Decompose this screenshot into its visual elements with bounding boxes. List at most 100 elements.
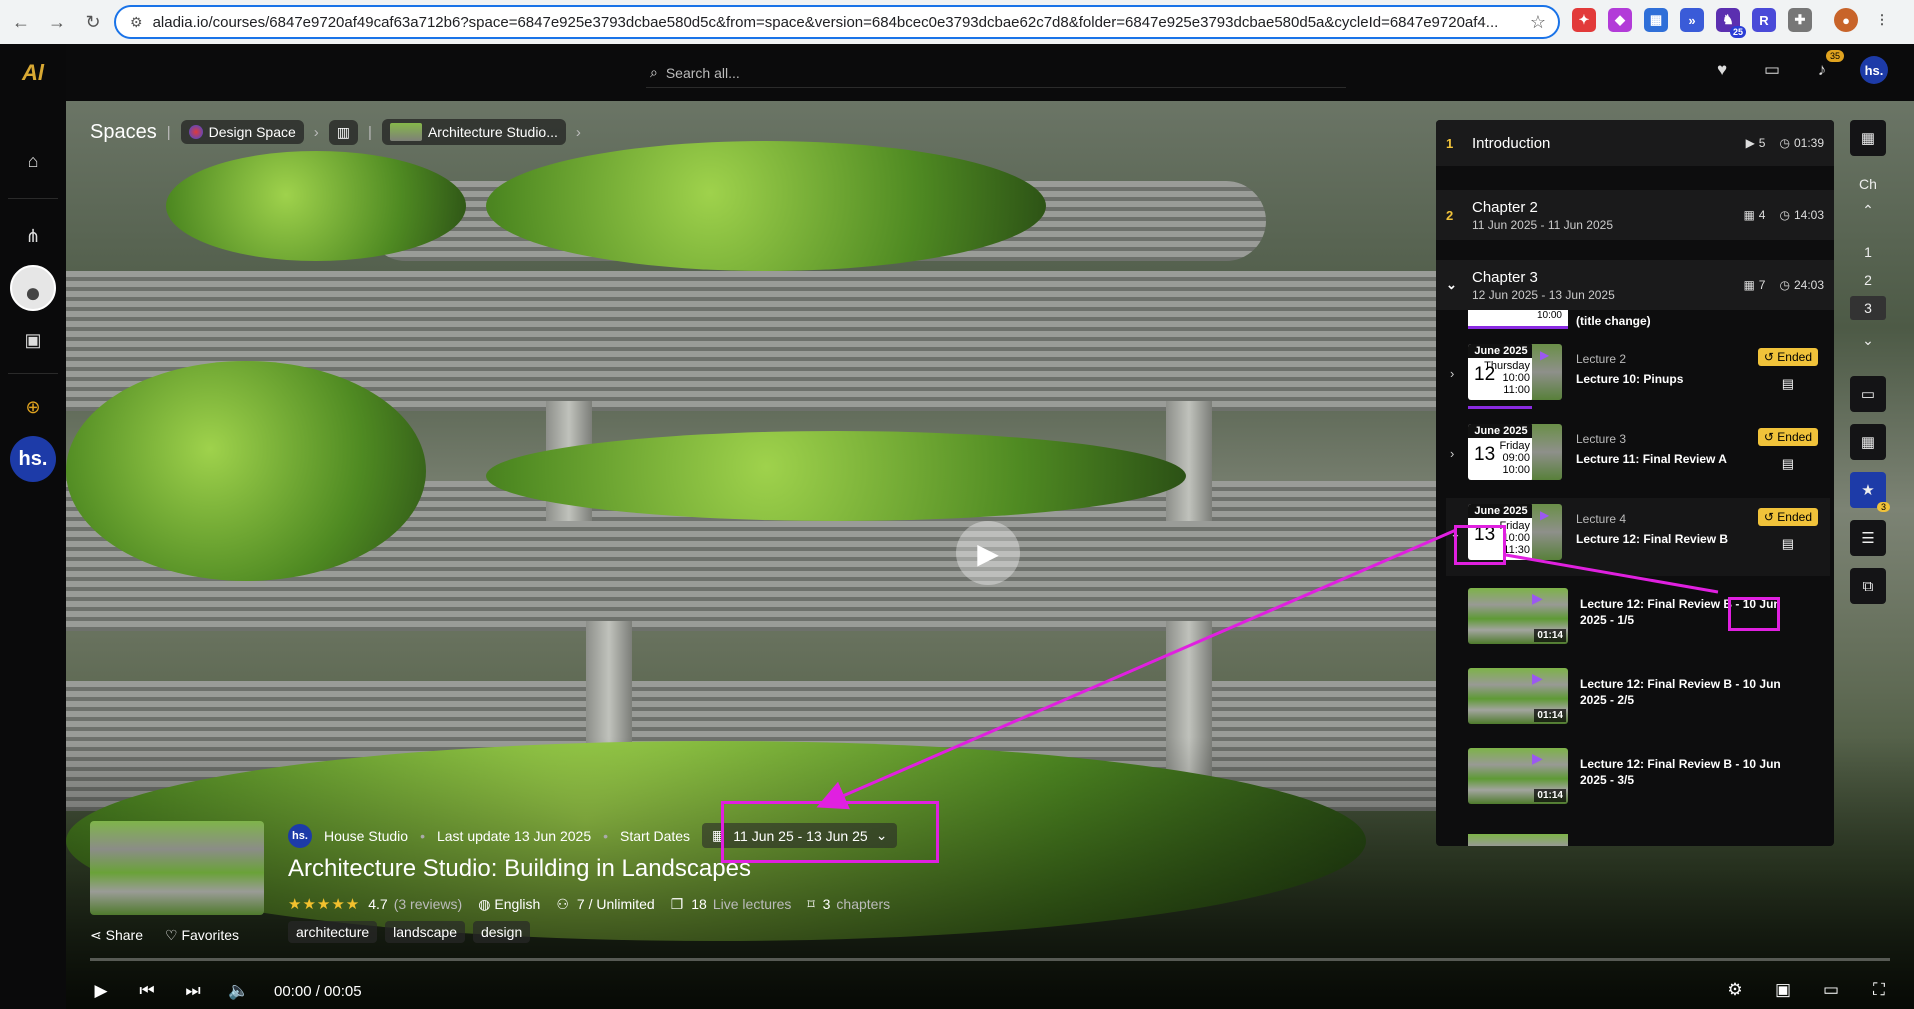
menu-dots-icon[interactable]: ⋮: [1870, 8, 1894, 32]
favorites-button[interactable]: ♡ Favorites: [165, 927, 239, 944]
box-icon[interactable]: ▣: [18, 325, 48, 355]
breadcrumb-course[interactable]: Architecture Studio...: [381, 119, 566, 145]
picture-in-picture-icon[interactable]: ▣: [1772, 979, 1794, 1001]
sidebar-toggle-icon[interactable]: ▥: [328, 119, 359, 145]
extension-icon[interactable]: ◆: [1608, 8, 1632, 32]
recording-row[interactable]: ▶ 01:14 Lecture 12: Final Review B - 10 J…: [1446, 744, 1830, 820]
chapter-duration: 14:03: [1793, 208, 1824, 222]
workspace-avatar[interactable]: hs.: [10, 436, 56, 482]
chapter-jump-1[interactable]: 1: [1850, 240, 1886, 264]
chapter-jump-3[interactable]: 3: [1850, 296, 1886, 320]
play-icon[interactable]: ▶: [90, 980, 112, 1002]
skip-next-icon[interactable]: ⏭: [182, 980, 204, 1002]
skip-previous-icon[interactable]: ⏮: [136, 980, 158, 1002]
lecture-name: Lecture 11: Final Review A: [1576, 452, 1727, 466]
chapter-row-expanded[interactable]: ⌄ Chapter 3 12 Jun 2025 - 13 Jun 2025 ▦ 7 ◷…: [1436, 260, 1834, 310]
star-icon[interactable]: ★ 3: [1850, 472, 1890, 512]
extensions-bar: ✦ ◆ ▦ » ♞ 25 R ✚ ● ⋮: [1572, 8, 1894, 38]
lecture-name: Lecture 10: Pinups: [1576, 372, 1684, 386]
reviews-link[interactable]: (3 reviews): [394, 896, 462, 912]
breadcrumb-separator: |: [368, 123, 372, 141]
presentation-icon[interactable]: ⧉: [1850, 568, 1886, 604]
avatar[interactable]: ●: [10, 265, 56, 311]
play-icon: ▶: [1532, 750, 1543, 766]
fullscreen-icon[interactable]: ⛶: [1868, 979, 1890, 1001]
tag[interactable]: architecture: [288, 921, 378, 943]
extension-icon[interactable]: ♞ 25: [1716, 8, 1746, 38]
search-input[interactable]: ⌕ Search all...: [646, 58, 1346, 88]
site-settings-icon[interactable]: ⚙: [130, 14, 143, 31]
address-bar[interactable]: ⚙ aladia.io/courses/6847e9720af49caf63a7…: [114, 5, 1560, 39]
extension-icon[interactable]: »: [1680, 8, 1704, 32]
document-icon[interactable]: ▤: [1782, 456, 1794, 472]
seek-bar[interactable]: [90, 958, 1890, 961]
calendar-icon[interactable]: ▦: [1850, 424, 1886, 460]
space-label: Design Space: [208, 124, 296, 140]
big-play-button[interactable]: ▶: [956, 521, 1020, 585]
settings-gear-icon[interactable]: ⚙: [1724, 979, 1746, 1001]
add-circle-icon[interactable]: ⊕: [18, 392, 48, 422]
bookmark-star-icon[interactable]: ☆: [1530, 12, 1546, 33]
chevron-down-icon[interactable]: ⌄: [1850, 328, 1886, 352]
chevron-right-icon[interactable]: ›: [1450, 366, 1454, 381]
left-sidebar: Al ⌂ ⋔ ● ▣ ⊕ hs.: [0, 44, 66, 1009]
url-text[interactable]: aladia.io/courses/6847e9720af49caf63a712…: [153, 14, 1518, 31]
search-icon: ⌕: [650, 64, 658, 80]
tag[interactable]: landscape: [385, 921, 465, 943]
favorites-label: Favorites: [181, 927, 240, 943]
recording-thumb-partial: [1468, 834, 1568, 846]
comments-icon[interactable]: ▭: [1850, 376, 1886, 412]
extensions-puzzle-icon[interactable]: ✚: [1788, 8, 1812, 32]
extension-icon[interactable]: ▦: [1644, 8, 1668, 32]
recording-thumb: ▶ 01:14: [1468, 668, 1568, 724]
reload-icon[interactable]: ↻: [78, 7, 108, 37]
chapter-row[interactable]: 2 Chapter 2 11 Jun 2025 - 11 Jun 2025 ▦ 4 ◷…: [1436, 190, 1834, 240]
chat-icon[interactable]: ▭: [1760, 58, 1784, 82]
chapter-jump-2[interactable]: 2: [1850, 268, 1886, 292]
calendar-day: 13: [1474, 444, 1496, 465]
lecture-label: Lecture 2: [1576, 352, 1627, 366]
document-icon[interactable]: ▤: [1782, 376, 1794, 392]
recording-row[interactable]: ▶ 01:14 Lecture 12: Final Review B - 10 J…: [1446, 664, 1830, 740]
author-name[interactable]: House Studio: [324, 828, 408, 844]
chapter-title: Chapter 3: [1472, 268, 1538, 286]
extension-icon[interactable]: R: [1752, 8, 1776, 32]
store-icon[interactable]: ⌂: [18, 146, 48, 176]
user-avatar[interactable]: hs.: [1860, 56, 1888, 84]
document-icon[interactable]: ▤: [1782, 536, 1794, 552]
media-icon[interactable]: ▦: [1850, 120, 1886, 156]
extension-icon[interactable]: ✦: [1572, 8, 1596, 32]
lecture-row[interactable]: › June 2025 13 Friday 09:00 10:00 Lecture …: [1446, 418, 1830, 496]
aladia-logo[interactable]: Al: [10, 50, 56, 96]
chevron-right-icon[interactable]: ›: [1450, 446, 1454, 461]
forward-icon[interactable]: →: [42, 7, 72, 37]
status-badge: ↺ Ended: [1757, 508, 1818, 526]
list-icon[interactable]: ☰: [1850, 520, 1886, 556]
chapter-number: 2: [1446, 207, 1454, 223]
start-time: 10:00: [1502, 372, 1530, 384]
share-network-icon[interactable]: ⋔: [18, 221, 48, 251]
bookmark-icon: ⌑: [807, 895, 815, 912]
bell-icon[interactable]: ♪ 35: [1810, 50, 1844, 82]
chapter-row[interactable]: 1 Introduction ▶ 5 ◷ 01:39: [1436, 120, 1834, 166]
space-logo: [188, 125, 203, 139]
breadcrumb-space[interactable]: Design Space: [180, 120, 304, 144]
heart-icon[interactable]: ♥: [1710, 58, 1734, 82]
breadcrumb-spaces[interactable]: Spaces: [90, 121, 157, 144]
chapter-dates: 11 Jun 2025 - 11 Jun 2025: [1472, 217, 1613, 232]
calendar-icon: ▦: [1743, 208, 1755, 222]
notification-badge: 35: [1825, 50, 1844, 62]
chevron-up-icon[interactable]: ⌃: [1850, 198, 1886, 222]
chevron-right-icon: ›: [575, 123, 581, 141]
share-button[interactable]: ⋖ Share: [90, 927, 143, 944]
volume-icon[interactable]: 🔈: [228, 980, 250, 1002]
tag[interactable]: design: [472, 921, 531, 943]
back-icon[interactable]: ←: [6, 7, 36, 37]
theater-mode-icon[interactable]: ▭: [1820, 979, 1842, 1001]
divider: [8, 198, 58, 199]
course-title: Architecture Studio: Building in Landsca…: [288, 855, 751, 882]
author-avatar[interactable]: hs.: [288, 823, 312, 848]
lecture-row[interactable]: › June 2025 12 Thursday 10:00 11:00 ▶ Lect…: [1446, 338, 1830, 416]
start-dates-label: Start Dates: [620, 827, 691, 844]
profile-avatar[interactable]: ●: [1834, 8, 1858, 32]
